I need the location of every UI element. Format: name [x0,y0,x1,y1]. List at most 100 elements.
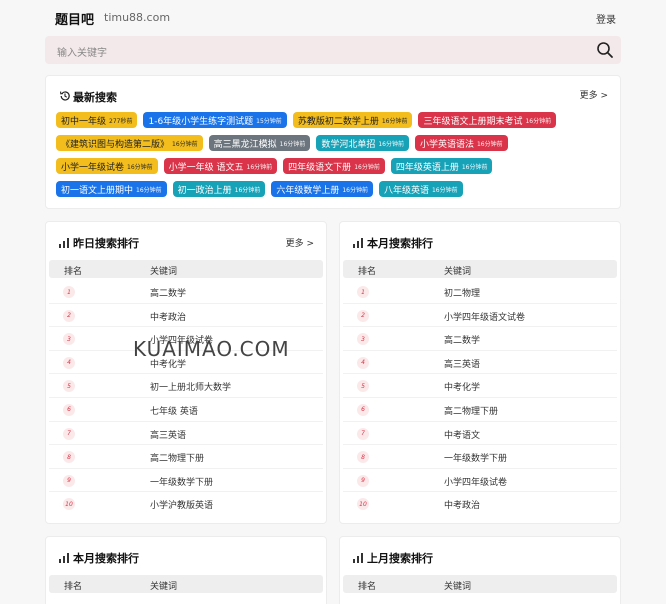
yesterday-more-link[interactable]: 更多 > [286,236,314,249]
tag-label: 小学一年级试卷 [61,162,125,173]
search-tag[interactable]: 四年级语文下册 16分钟前 [283,158,385,174]
table-row[interactable]: 6 高二物理下册 [343,398,617,422]
rank-badge: 5 [63,380,75,393]
site-logo-text[interactable]: 题目吧 [55,9,94,28]
yesterday-ranking-card: 昨日搜索排行 更多 > 排名 关键词 1 高二数学 2 中考政治 3 小学四年级试卷 4 中考… [45,221,327,524]
table-row[interactable]: 4 高三英语 [343,351,617,375]
search-bar[interactable]: 输入关键字 [45,36,621,64]
search-tag[interactable]: 高三黑龙江模拟 16分钟前 [208,135,311,151]
tag-label: 三年级语文上册期末考试 [423,116,523,127]
search-tag[interactable]: 《建筑识图与构造第二版》 16分钟前 [56,135,203,151]
table-row[interactable]: 9 一年级数学下册 [49,469,323,493]
rank-badge: 10 [357,498,369,511]
latest-more-link[interactable]: 更多 > [580,88,608,101]
rank-badge: 8 [63,451,75,464]
search-input[interactable]: 输入关键字 [57,44,107,59]
table-row[interactable]: 9 小学四年级试卷 [343,469,617,493]
rank-badge: 9 [357,474,369,487]
rank-badge: 2 [63,309,75,322]
keyword-link[interactable]: 一年级数学下册 [444,451,507,464]
tag-label: 初一语文上册期中 [61,185,134,196]
rank-badge: 4 [63,356,75,369]
keyword-link[interactable]: 高三英语 [444,357,480,370]
watermark: KUAIMAO.COM [133,337,290,361]
keyword-link[interactable]: 中考化学 [444,380,480,393]
keyword-link[interactable]: 高二数学 [150,286,186,299]
month-ranking-card-2: 本月搜索排行 排名 关键词 [45,536,327,604]
tag-label: 八年级英语 [383,185,429,196]
latest-search-title: 最新搜索 [73,91,117,104]
tag-label: 四年级语文下册 [288,162,352,173]
table-row[interactable]: 1 高二数学 [49,280,323,304]
table-row[interactable]: 8 高二物理下册 [49,445,323,469]
table-row[interactable]: 7 高三英语 [49,422,323,446]
tag-label: 小学一年级 语文五 [168,162,244,173]
keyword-column-header: 关键词 [150,267,178,277]
rank-column-header: 排名 [358,267,377,277]
search-tag[interactable]: 初中一年级 277秒前 [56,112,138,128]
keyword-link[interactable]: 小学四年级试卷 [444,475,507,488]
table-row[interactable]: 3 高二数学 [343,327,617,351]
search-tag[interactable]: 小学英语语法 16分钟前 [414,135,508,151]
keyword-link[interactable]: 中考政治 [150,310,186,323]
search-tag[interactable]: 三年级语文上册期末考试 16分钟前 [418,112,557,128]
rank-badge: 6 [357,403,369,416]
table-row[interactable]: 10 中考政治 [343,492,617,516]
search-tag[interactable]: 六年级数学上册 16分钟前 [271,181,373,197]
bar-chart-icon [59,553,69,563]
search-tag[interactable]: 苏教版初二数学上册 16分钟前 [292,112,413,128]
keyword-link[interactable]: 中考语文 [444,428,480,441]
keyword-link[interactable]: 一年级数学下册 [150,475,213,488]
search-tag[interactable]: 小学一年级 语文五 16分钟前 [163,158,278,174]
keyword-link[interactable]: 初一上册北师大数学 [150,380,231,393]
keyword-link[interactable]: 小学沪教版英语 [150,498,213,511]
month-rows: 1 初二物理 2 小学四年级语文试卷 3 高二数学 4 高三英语 5 中考化学 6 高二物理下册 7 中考… [343,280,617,516]
tag-time: 16分钟前 [431,186,458,194]
search-tag[interactable]: 初一政治上册 16分钟前 [172,181,266,197]
keyword-link[interactable]: 高二物理下册 [444,404,498,417]
keyword-link[interactable]: 七年级 英语 [150,404,198,417]
table-row[interactable]: 5 初一上册北师大数学 [49,374,323,398]
tag-row: 初中一年级 277秒前 1-6年级小学生练字测试题 15分钟前 苏教版初二数学上册 16分… [56,112,616,128]
rank-badge: 7 [357,427,369,440]
table-row[interactable]: 2 小学四年级语文试卷 [343,304,617,328]
keyword-column-header: 关键词 [444,582,472,592]
search-tag[interactable]: 八年级英语 16分钟前 [378,181,463,197]
table-header: 排名 关键词 [49,260,323,278]
tag-label: 四年级英语上册 [395,162,459,173]
table-row[interactable]: 5 中考化学 [343,374,617,398]
search-tag[interactable]: 小学一年级试卷 16分钟前 [56,158,158,174]
table-header: 排名 关键词 [49,575,323,593]
bar-chart-icon [353,553,363,563]
rank-badge: 3 [63,333,75,346]
month-ranking-title-2: 本月搜索排行 [73,552,139,565]
search-tag[interactable]: 1-6年级小学生练字测试题 15分钟前 [143,112,287,128]
latest-search-card: 最新搜索 更多 > 初中一年级 277秒前 1-6年级小学生练字测试题 15分钟前 苏教… [45,75,621,209]
table-row[interactable]: 6 七年级 英语 [49,398,323,422]
tag-time: 16分钟前 [342,186,368,194]
last-month-ranking-title: 上月搜索排行 [367,552,433,565]
last-month-ranking-card: 上月搜索排行 排名 关键词 [339,536,621,604]
keyword-link[interactable]: 高二数学 [444,333,480,346]
table-row[interactable]: 1 初二物理 [343,280,617,304]
search-tag[interactable]: 四年级英语上册 16分钟前 [390,158,493,174]
keyword-link[interactable]: 小学四年级语文试卷 [444,310,525,323]
table-row[interactable]: 10 小学沪教版英语 [49,492,323,516]
table-row[interactable]: 8 一年级数学下册 [343,445,617,469]
table-row[interactable]: 7 中考语文 [343,422,617,446]
keyword-link[interactable]: 初二物理 [444,286,480,299]
keyword-link[interactable]: 中考政治 [444,498,480,511]
table-row[interactable]: 2 中考政治 [49,304,323,328]
tag-cloud: 初中一年级 277秒前 1-6年级小学生练字测试题 15分钟前 苏教版初二数学上册 16分… [56,112,616,204]
search-tag[interactable]: 数学河北单招 16分钟前 [316,135,409,151]
keyword-link[interactable]: 高三英语 [150,428,186,441]
login-link[interactable]: 登录 [596,11,616,26]
keyword-link[interactable]: 高二物理下册 [150,451,204,464]
tag-time: 16分钟前 [476,140,503,148]
rank-badge: 3 [357,333,369,346]
rank-column-header: 排名 [64,267,83,277]
search-tag[interactable]: 初一语文上册期中 16分钟前 [56,181,167,197]
tag-label: 数学河北单招 [321,139,376,150]
bar-chart-icon [59,238,69,248]
search-icon[interactable] [596,41,614,59]
